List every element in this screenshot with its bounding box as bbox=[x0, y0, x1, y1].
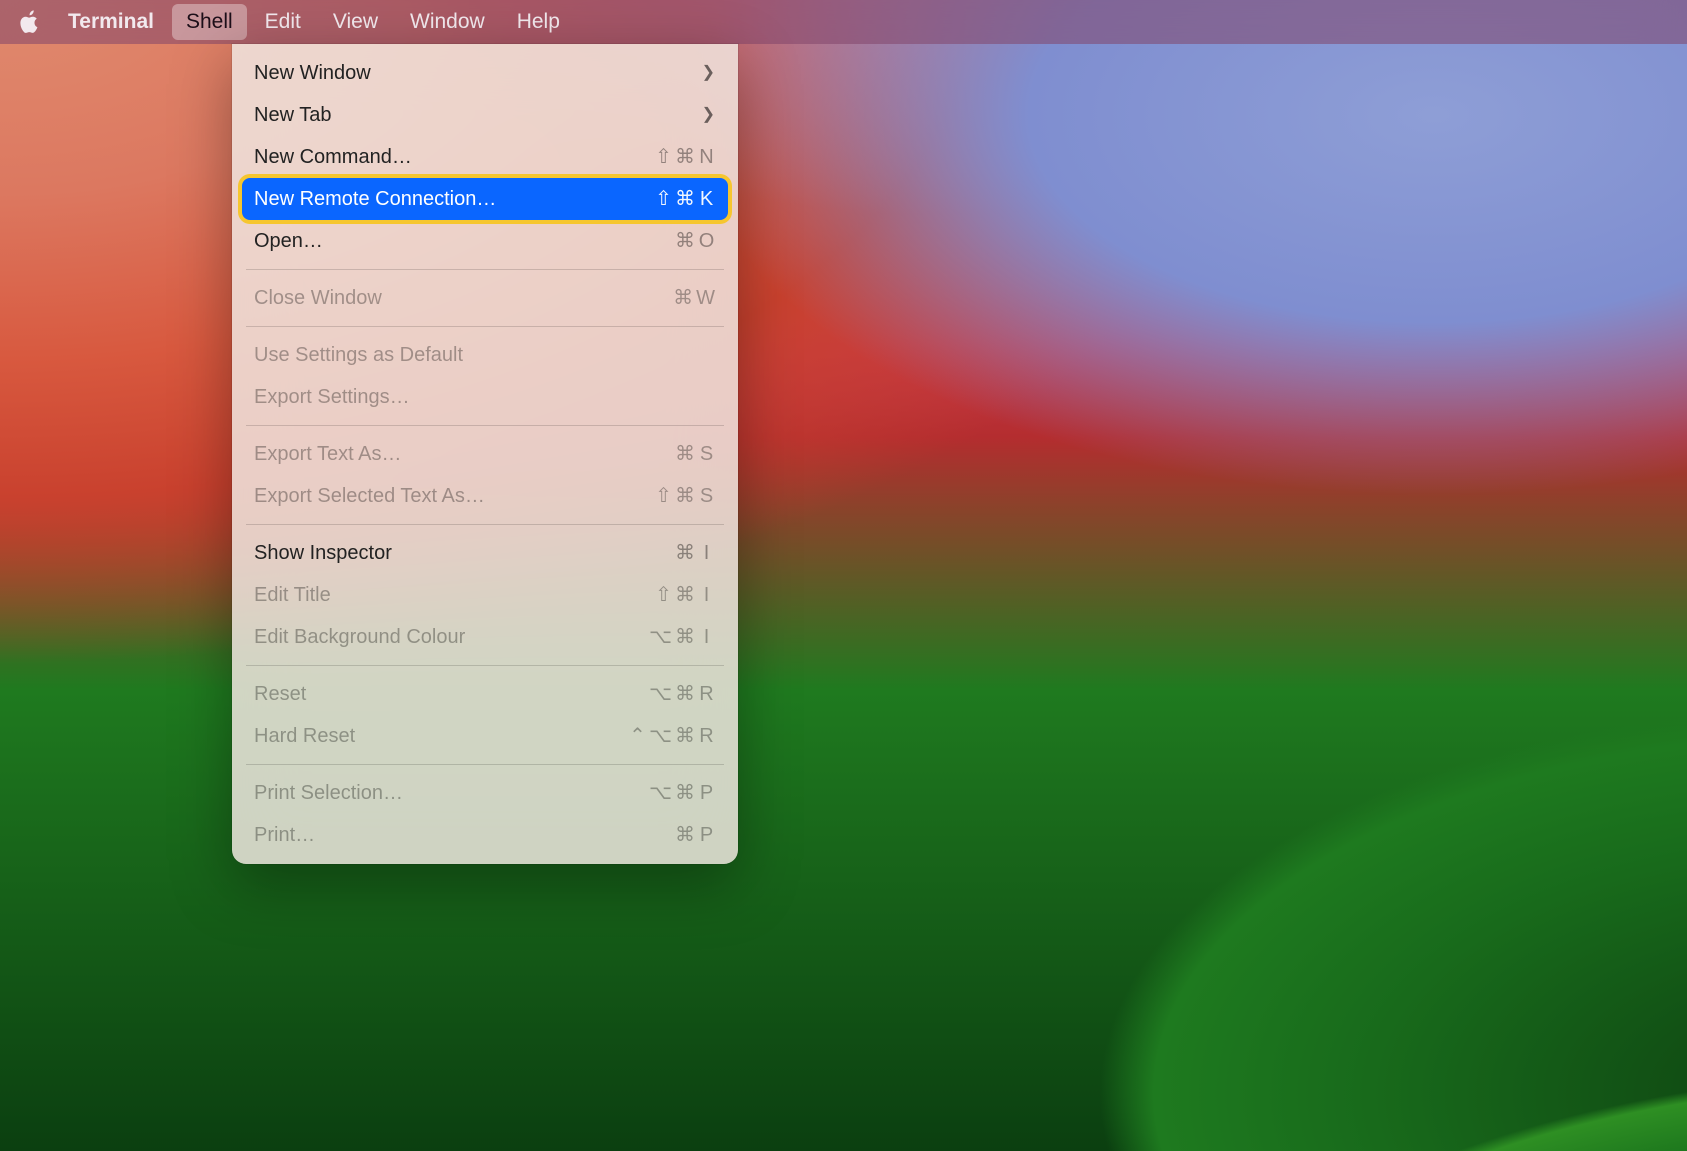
menubar-menu-edit[interactable]: Edit bbox=[251, 4, 315, 40]
menu-item-shortcut: ⌥⌘P bbox=[649, 778, 716, 808]
menu-item-export-selected-text-as: Export Selected Text As…⇧⌘S bbox=[232, 475, 738, 517]
menu-item-edit-title: Edit Title⇧⌘I bbox=[232, 574, 738, 616]
menu-item-label: New Window bbox=[254, 58, 702, 88]
menu-item-shortcut: ⇧⌘K bbox=[655, 184, 716, 214]
menu-item-new-command[interactable]: New Command…⇧⌘N bbox=[232, 136, 738, 178]
menu-item-close-window: Close Window⌘W bbox=[232, 277, 738, 319]
menu-item-label: Edit Title bbox=[254, 580, 655, 610]
menu-item-export-text-as: Export Text As…⌘S bbox=[232, 433, 738, 475]
menu-item-shortcut: ⌃⌥⌘R bbox=[629, 721, 716, 751]
menu-item-shortcut: ⌘P bbox=[675, 820, 716, 850]
menu-item-shortcut: ⇧⌘N bbox=[655, 142, 716, 172]
menu-item-shortcut: ⇧⌘I bbox=[655, 580, 716, 610]
menu-item-label: Reset bbox=[254, 679, 649, 709]
menu-separator bbox=[246, 524, 724, 525]
menubar-menu-help[interactable]: Help bbox=[503, 4, 574, 40]
menu-item-label: Print… bbox=[254, 820, 675, 850]
menubar-menu-view[interactable]: View bbox=[319, 4, 392, 40]
menu-item-label: Use Settings as Default bbox=[254, 340, 716, 370]
menubar-app-name[interactable]: Terminal bbox=[54, 10, 168, 34]
menubar-menu-window[interactable]: Window bbox=[396, 4, 499, 40]
menu-item-label: Open… bbox=[254, 226, 675, 256]
menu-item-print: Print…⌘P bbox=[232, 814, 738, 856]
menu-item-reset: Reset⌥⌘R bbox=[232, 673, 738, 715]
menubar-menu-shell[interactable]: Shell bbox=[172, 4, 247, 40]
menu-item-shortcut: ⌥⌘I bbox=[649, 622, 716, 652]
menu-item-shortcut: ⌥⌘R bbox=[649, 679, 716, 709]
menu-item-open[interactable]: Open…⌘O bbox=[232, 220, 738, 262]
menu-separator bbox=[246, 326, 724, 327]
menu-item-print-selection: Print Selection…⌥⌘P bbox=[232, 772, 738, 814]
chevron-right-icon: ❯ bbox=[702, 100, 716, 130]
menu-item-shortcut: ⇧⌘S bbox=[655, 481, 716, 511]
menu-separator bbox=[246, 665, 724, 666]
menu-item-new-window[interactable]: New Window❯ bbox=[232, 52, 738, 94]
apple-menu-icon[interactable] bbox=[20, 10, 50, 34]
menu-item-edit-background-colour: Edit Background Colour⌥⌘I bbox=[232, 616, 738, 658]
menu-item-label: Edit Background Colour bbox=[254, 622, 649, 652]
menu-item-label: Show Inspector bbox=[254, 538, 675, 568]
menu-item-shortcut: ⌘W bbox=[673, 283, 716, 313]
menu-item-new-tab[interactable]: New Tab❯ bbox=[232, 94, 738, 136]
menu-item-shortcut: ⌘S bbox=[675, 439, 716, 469]
menu-item-label: Print Selection… bbox=[254, 778, 649, 808]
shell-menu-dropdown: New Window❯New Tab❯New Command…⇧⌘NNew Re… bbox=[232, 44, 738, 864]
menu-separator bbox=[246, 269, 724, 270]
menu-item-shortcut: ⌘I bbox=[675, 538, 716, 568]
chevron-right-icon: ❯ bbox=[702, 58, 716, 88]
menu-item-use-settings-as-default: Use Settings as Default bbox=[232, 334, 738, 376]
menu-separator bbox=[246, 764, 724, 765]
menu-item-export-settings: Export Settings… bbox=[232, 376, 738, 418]
menu-item-shortcut: ⌘O bbox=[675, 226, 716, 256]
menu-item-label: Export Text As… bbox=[254, 439, 675, 469]
menu-item-label: Hard Reset bbox=[254, 721, 629, 751]
menu-separator bbox=[246, 425, 724, 426]
menu-item-label: New Tab bbox=[254, 100, 702, 130]
menu-item-hard-reset: Hard Reset⌃⌥⌘R bbox=[232, 715, 738, 757]
menu-item-label: Export Settings… bbox=[254, 382, 716, 412]
menu-item-label: New Command… bbox=[254, 142, 655, 172]
menu-item-new-remote-connection[interactable]: New Remote Connection…⇧⌘K bbox=[232, 178, 738, 220]
menubar: Terminal Shell Edit View Window Help bbox=[0, 0, 1687, 44]
menu-item-show-inspector[interactable]: Show Inspector⌘I bbox=[232, 532, 738, 574]
menu-item-label: Close Window bbox=[254, 283, 673, 313]
menu-item-label: Export Selected Text As… bbox=[254, 481, 655, 511]
menu-item-label: New Remote Connection… bbox=[254, 184, 655, 214]
